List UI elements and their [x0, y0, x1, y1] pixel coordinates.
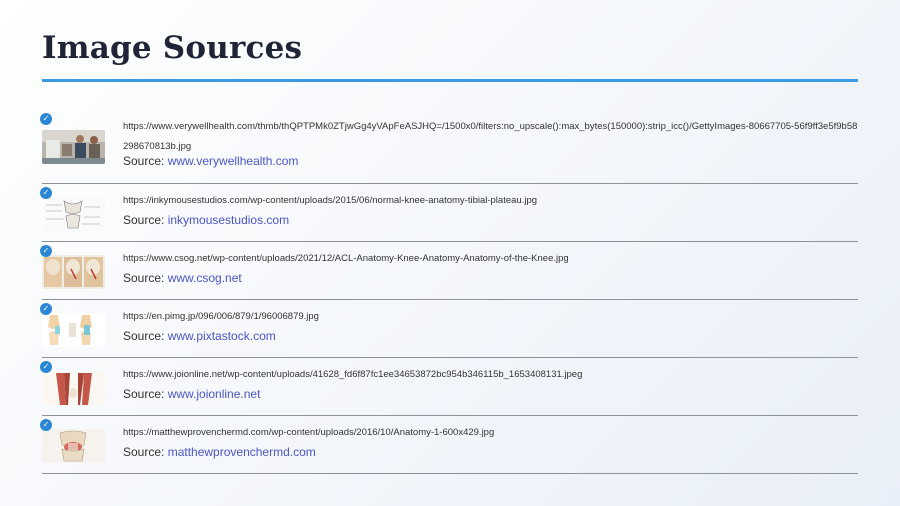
source-line: Source: www.verywellhealth.com: [123, 154, 298, 168]
source-label: Source:: [123, 213, 165, 227]
source-label: Source:: [123, 445, 165, 459]
page-title: Image Sources: [42, 30, 303, 66]
list-item: ✓ https://www.verywellhealth.com/thmb/th…: [40, 111, 858, 184]
image-url[interactable]: https://en.pimg.jp/096/006/879/1/9600687…: [123, 307, 858, 327]
title-divider: [42, 79, 858, 82]
check-circle-icon: ✓: [40, 361, 52, 373]
check-circle-icon: ✓: [40, 113, 52, 125]
list-item: ✓ https://matthewprovenchermd.com/wp-con…: [40, 416, 858, 474]
thumbnail-image[interactable]: [42, 197, 105, 231]
source-line: Source: matthewprovenchermd.com: [123, 445, 316, 459]
source-line: Source: www.csog.net: [123, 271, 242, 285]
source-link[interactable]: matthewprovenchermd.com: [168, 445, 316, 459]
image-url[interactable]: https://inkymousestudios.com/wp-content/…: [123, 191, 858, 211]
check-circle-icon: ✓: [40, 187, 52, 199]
list-item: ✓ https://www.csog.net/wp-content/upload…: [40, 242, 858, 300]
image-url[interactable]: https://www.csog.net/wp-content/uploads/…: [123, 249, 858, 269]
source-line: Source: www.pixtastock.com: [123, 329, 276, 343]
image-url[interactable]: https://matthewprovenchermd.com/wp-conte…: [123, 423, 858, 443]
list-item: ✓ https://inkymousestudios.com/wp-conten…: [40, 184, 858, 242]
image-url[interactable]: https://www.joionline.net/wp-content/upl…: [123, 365, 858, 385]
check-circle-icon: ✓: [40, 419, 52, 431]
check-circle-icon: ✓: [40, 245, 52, 257]
list-item: ✓ https://en.pimg.jp/096/006/879/1/96006…: [40, 300, 858, 358]
source-label: Source:: [123, 271, 165, 285]
source-link[interactable]: www.csog.net: [168, 271, 242, 285]
check-circle-icon: ✓: [40, 303, 52, 315]
thumbnail-image[interactable]: [42, 313, 105, 347]
thumbnail-image[interactable]: [42, 130, 105, 164]
thumbnail-image[interactable]: [42, 255, 105, 289]
thumbnail-image[interactable]: [42, 371, 105, 405]
source-list: ✓ https://www.verywellhealth.com/thmb/th…: [40, 111, 858, 474]
source-label: Source:: [123, 387, 165, 401]
source-line: Source: inkymousestudios.com: [123, 213, 289, 227]
source-link[interactable]: www.joionline.net: [168, 387, 261, 401]
source-link[interactable]: inkymousestudios.com: [168, 213, 289, 227]
list-item: ✓ https://www.joionline.net/wp-content/u…: [40, 358, 858, 416]
thumbnail-image[interactable]: [42, 429, 105, 463]
source-label: Source:: [123, 154, 165, 168]
source-label: Source:: [123, 329, 165, 343]
source-link[interactable]: www.verywellhealth.com: [168, 154, 299, 168]
source-link[interactable]: www.pixtastock.com: [168, 329, 276, 343]
source-line: Source: www.joionline.net: [123, 387, 260, 401]
image-url[interactable]: https://www.verywellhealth.com/thmb/thQP…: [123, 117, 858, 157]
